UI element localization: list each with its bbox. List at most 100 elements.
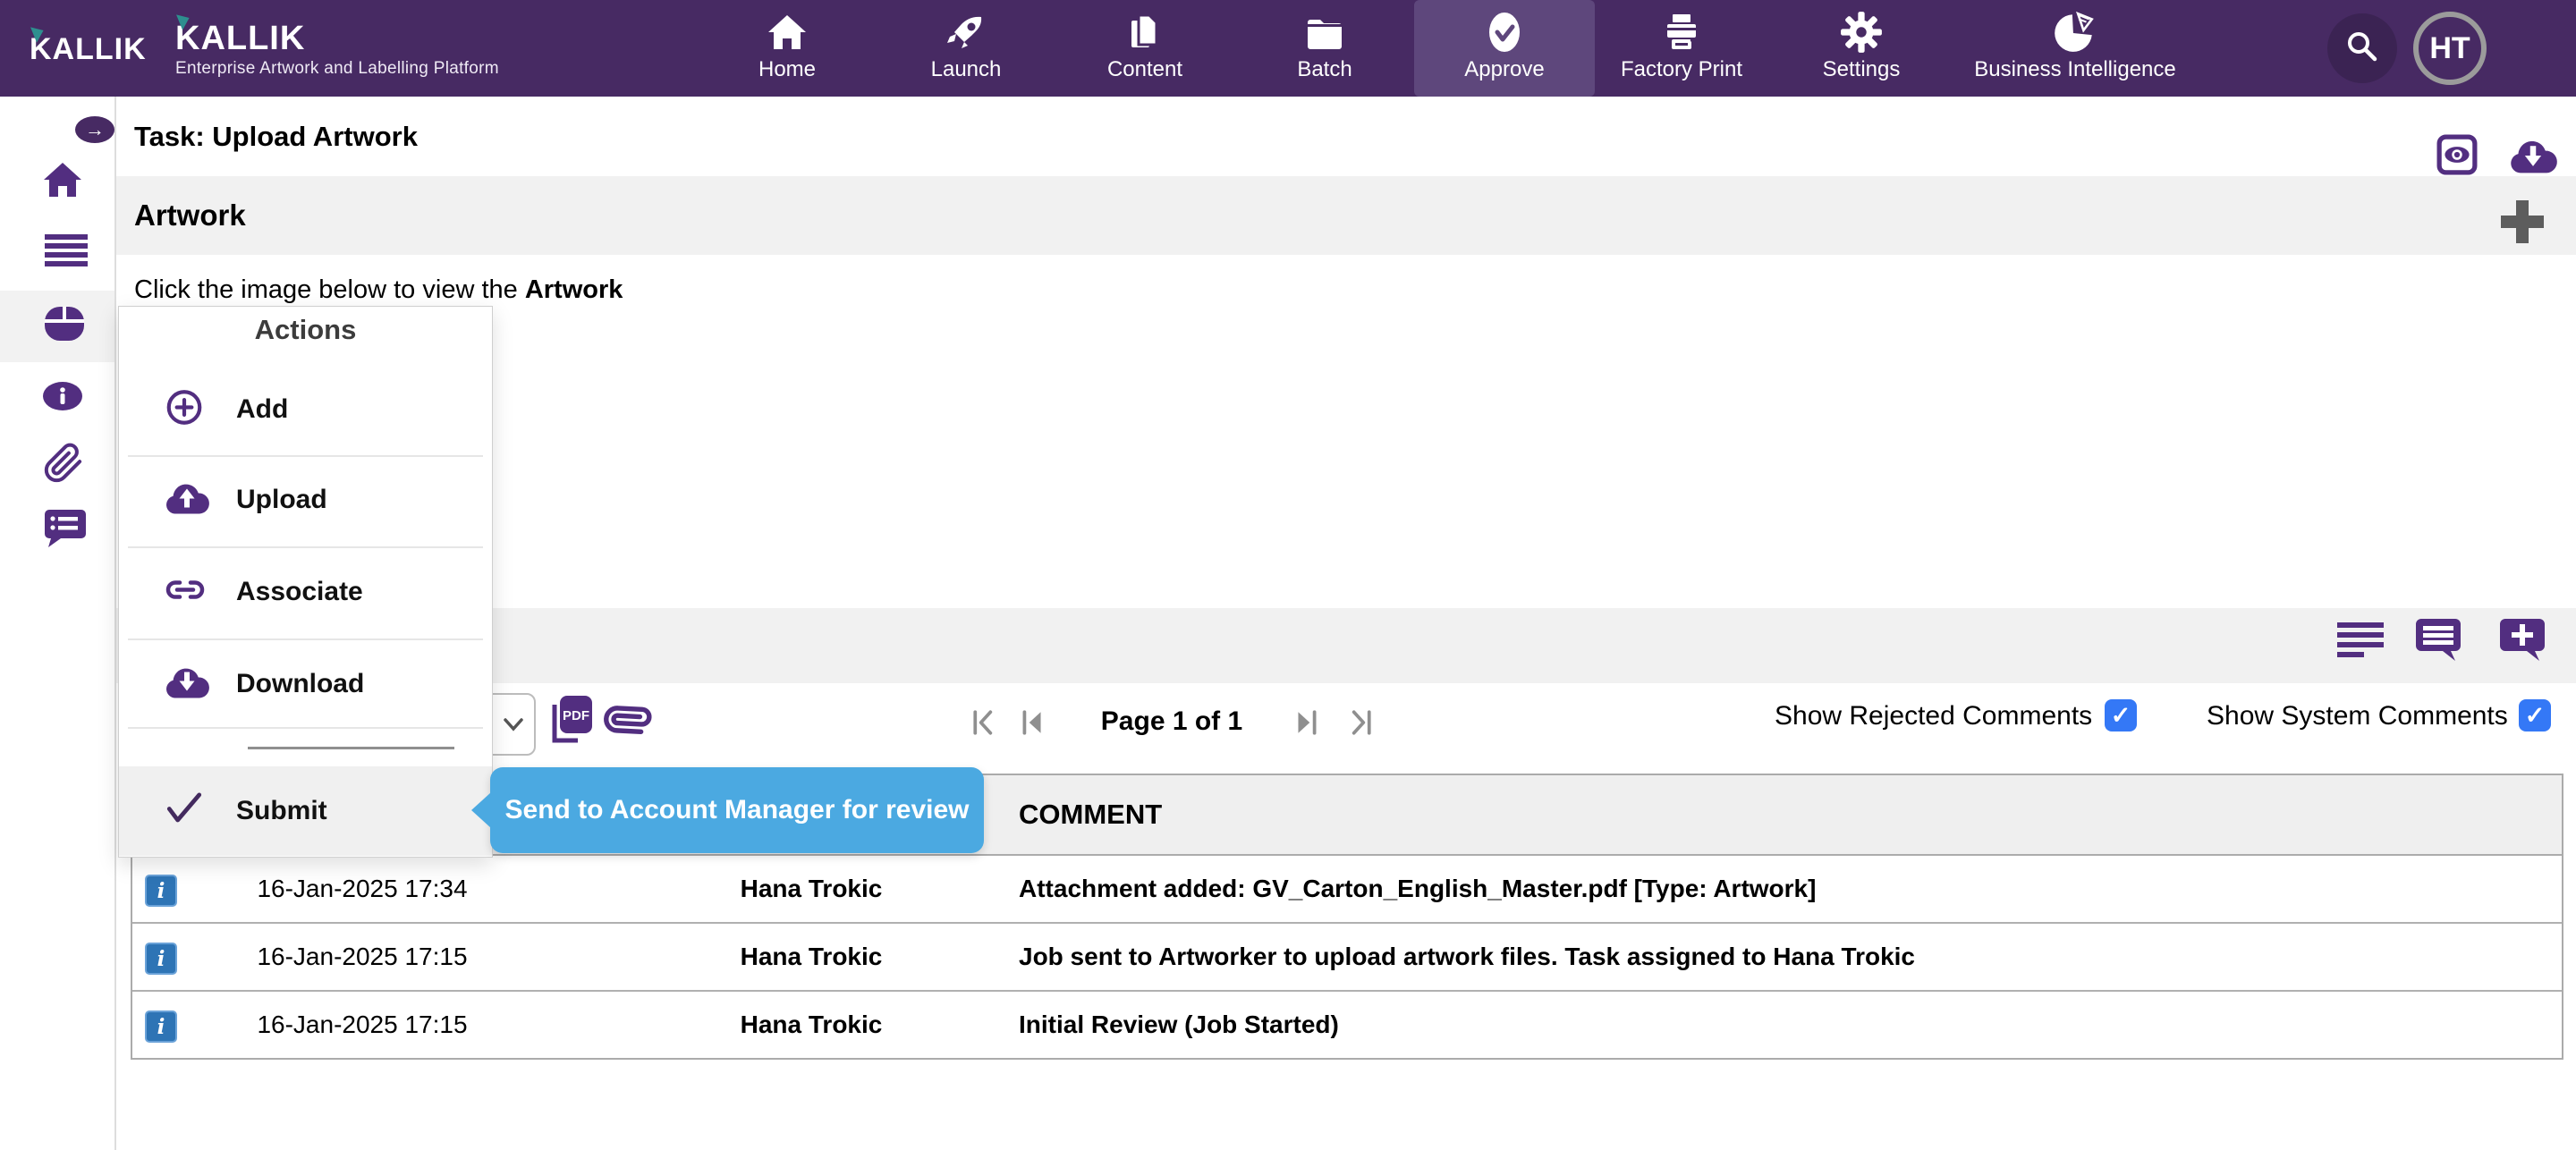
user-avatar[interactable]: HT — [2413, 12, 2487, 85]
menu-item-label: Associate — [236, 577, 363, 607]
section-title: Artwork — [134, 176, 246, 255]
nav-launch[interactable]: Launch — [877, 0, 1055, 97]
submit-tooltip: Send to Account Manager for review — [490, 767, 984, 853]
nav-factory-print[interactable]: Factory Print — [1592, 0, 1771, 97]
comment-user: Hana Trokic — [677, 992, 945, 1058]
comment-list-icon — [43, 508, 86, 554]
menu-item-associate[interactable]: Associate — [119, 549, 492, 635]
comment-plus-icon — [2498, 650, 2546, 665]
add-comment-button[interactable] — [2498, 617, 2546, 666]
nav-business-intelligence[interactable]: Business Intelligence — [1959, 0, 2191, 97]
app-window: KALLIK KALLIK Enterprise Artwork and Lab… — [0, 0, 2576, 1150]
export-pdf-button[interactable]: PDF — [549, 694, 594, 750]
comment-lines-icon — [2414, 650, 2462, 665]
download-artwork-button[interactable] — [2508, 136, 2558, 180]
pie-chart-icon — [2053, 9, 2097, 55]
mouse-icon — [43, 305, 86, 347]
nav-home[interactable]: Home — [698, 0, 877, 97]
plus-icon — [2501, 232, 2544, 247]
instruction-bold: Artwork — [525, 275, 623, 304]
cloud-download-icon — [164, 664, 210, 705]
sidebar-item-attachments[interactable] — [43, 443, 84, 488]
kallik-logo-small: KALLIK — [30, 32, 147, 67]
actions-menu-title: Actions — [119, 314, 492, 346]
checkmark-icon: ✓ — [2111, 702, 2131, 730]
text-lines-button[interactable] — [2337, 621, 2385, 664]
pagination-first-button[interactable] — [970, 708, 1001, 741]
nav-label: Approve — [1464, 57, 1544, 82]
add-artwork-button[interactable] — [2501, 200, 2544, 248]
comment-row: i 16-Jan-2025 17:15 Hana Trokic Initial … — [132, 992, 2562, 1058]
comment-column-header: COMMENT — [1019, 775, 1162, 854]
menu-divider — [128, 727, 483, 729]
comment-text: Initial Review (Job Started) — [1019, 992, 1339, 1058]
home-icon — [41, 158, 84, 206]
nav-label: Home — [758, 57, 816, 82]
printer-icon — [1660, 9, 1703, 55]
skip-first-icon — [970, 725, 1001, 740]
nav-content[interactable]: Content — [1055, 0, 1234, 97]
actions-menu: Actions Add Upload Associate — [118, 306, 493, 858]
comment-date: 16-Jan-2025 17:15 — [213, 924, 512, 990]
top-nav-bar: KALLIK KALLIK Enterprise Artwork and Lab… — [0, 0, 2576, 97]
info-badge-icon[interactable]: i — [145, 943, 177, 975]
documents-icon — [1123, 9, 1166, 55]
pagination-status: Page 1 of 1 — [1100, 706, 1243, 737]
menu-item-upload[interactable]: Upload — [119, 457, 492, 543]
pagination-last-button[interactable] — [1343, 708, 1374, 741]
chevron-down-icon — [498, 711, 529, 738]
step-next-icon — [1291, 725, 1321, 740]
comment-date: 16-Jan-2025 17:15 — [213, 992, 512, 1058]
sidebar-item-mouse[interactable] — [43, 305, 86, 347]
menu-item-label: Submit — [236, 796, 327, 826]
nav-label: Business Intelligence — [1974, 57, 2175, 82]
left-sidebar: → — [0, 97, 116, 1150]
check-icon — [164, 791, 205, 832]
show-rejected-comments-checkbox[interactable]: ✓ — [2105, 699, 2137, 731]
sidebar-item-info[interactable] — [42, 381, 83, 416]
menu-item-submit[interactable]: Submit — [119, 768, 492, 854]
kallik-logo-main: KALLIK — [175, 20, 305, 58]
show-system-comments-checkbox[interactable]: ✓ — [2519, 699, 2551, 731]
menu-item-label: Download — [236, 669, 364, 699]
menu-item-label: Add — [236, 394, 288, 425]
instruction-prefix: Click the image below to view the — [134, 275, 525, 304]
tooltip-text: Send to Account Manager for review — [505, 795, 970, 825]
info-badge-icon[interactable]: i — [145, 875, 177, 907]
artwork-section-bar: Artwork — [116, 176, 2576, 255]
gear-icon — [1839, 9, 1884, 55]
comment-user: Hana Trokic — [677, 924, 945, 990]
nav-label: Content — [1107, 57, 1182, 82]
menu-item-add[interactable]: Add — [119, 367, 492, 452]
arrow-right-icon: → — [85, 118, 105, 141]
pagination-prev-button[interactable] — [1018, 708, 1048, 741]
info-badge-icon[interactable]: i — [145, 1010, 177, 1043]
instruction-text: Click the image below to view the Artwor… — [134, 275, 623, 305]
preview-eye-button[interactable] — [2436, 134, 2478, 180]
info-icon — [42, 381, 83, 416]
rocket-icon — [945, 9, 987, 55]
menu-divider — [128, 546, 483, 548]
comment-date: 16-Jan-2025 17:34 — [213, 856, 512, 922]
menu-item-download[interactable]: Download — [119, 641, 492, 727]
nav-batch[interactable]: Batch — [1235, 0, 1414, 97]
skip-last-icon — [1343, 725, 1374, 740]
view-comments-button[interactable] — [2414, 617, 2462, 666]
task-header-row: Task: Upload Artwork — [116, 97, 2576, 176]
folder-icon — [1303, 9, 1346, 55]
search-button[interactable] — [2327, 13, 2397, 83]
pdf-icon: PDF — [549, 734, 594, 749]
step-prev-icon — [1018, 725, 1048, 740]
sidebar-item-comments[interactable] — [43, 508, 86, 554]
nav-label: Launch — [931, 57, 1002, 82]
attach-file-button[interactable] — [605, 698, 651, 747]
avatar-initials: HT — [2429, 31, 2470, 66]
sidebar-item-home[interactable] — [41, 158, 84, 206]
text-lines-icon — [2337, 648, 2385, 664]
pagination-next-button[interactable] — [1291, 708, 1321, 741]
nav-approve[interactable]: Approve — [1414, 0, 1595, 97]
nav-settings[interactable]: Settings — [1772, 0, 1951, 97]
cloud-upload-icon — [164, 480, 210, 520]
sidebar-item-menu[interactable] — [45, 234, 88, 273]
sidebar-expand-button[interactable]: → — [75, 116, 114, 143]
